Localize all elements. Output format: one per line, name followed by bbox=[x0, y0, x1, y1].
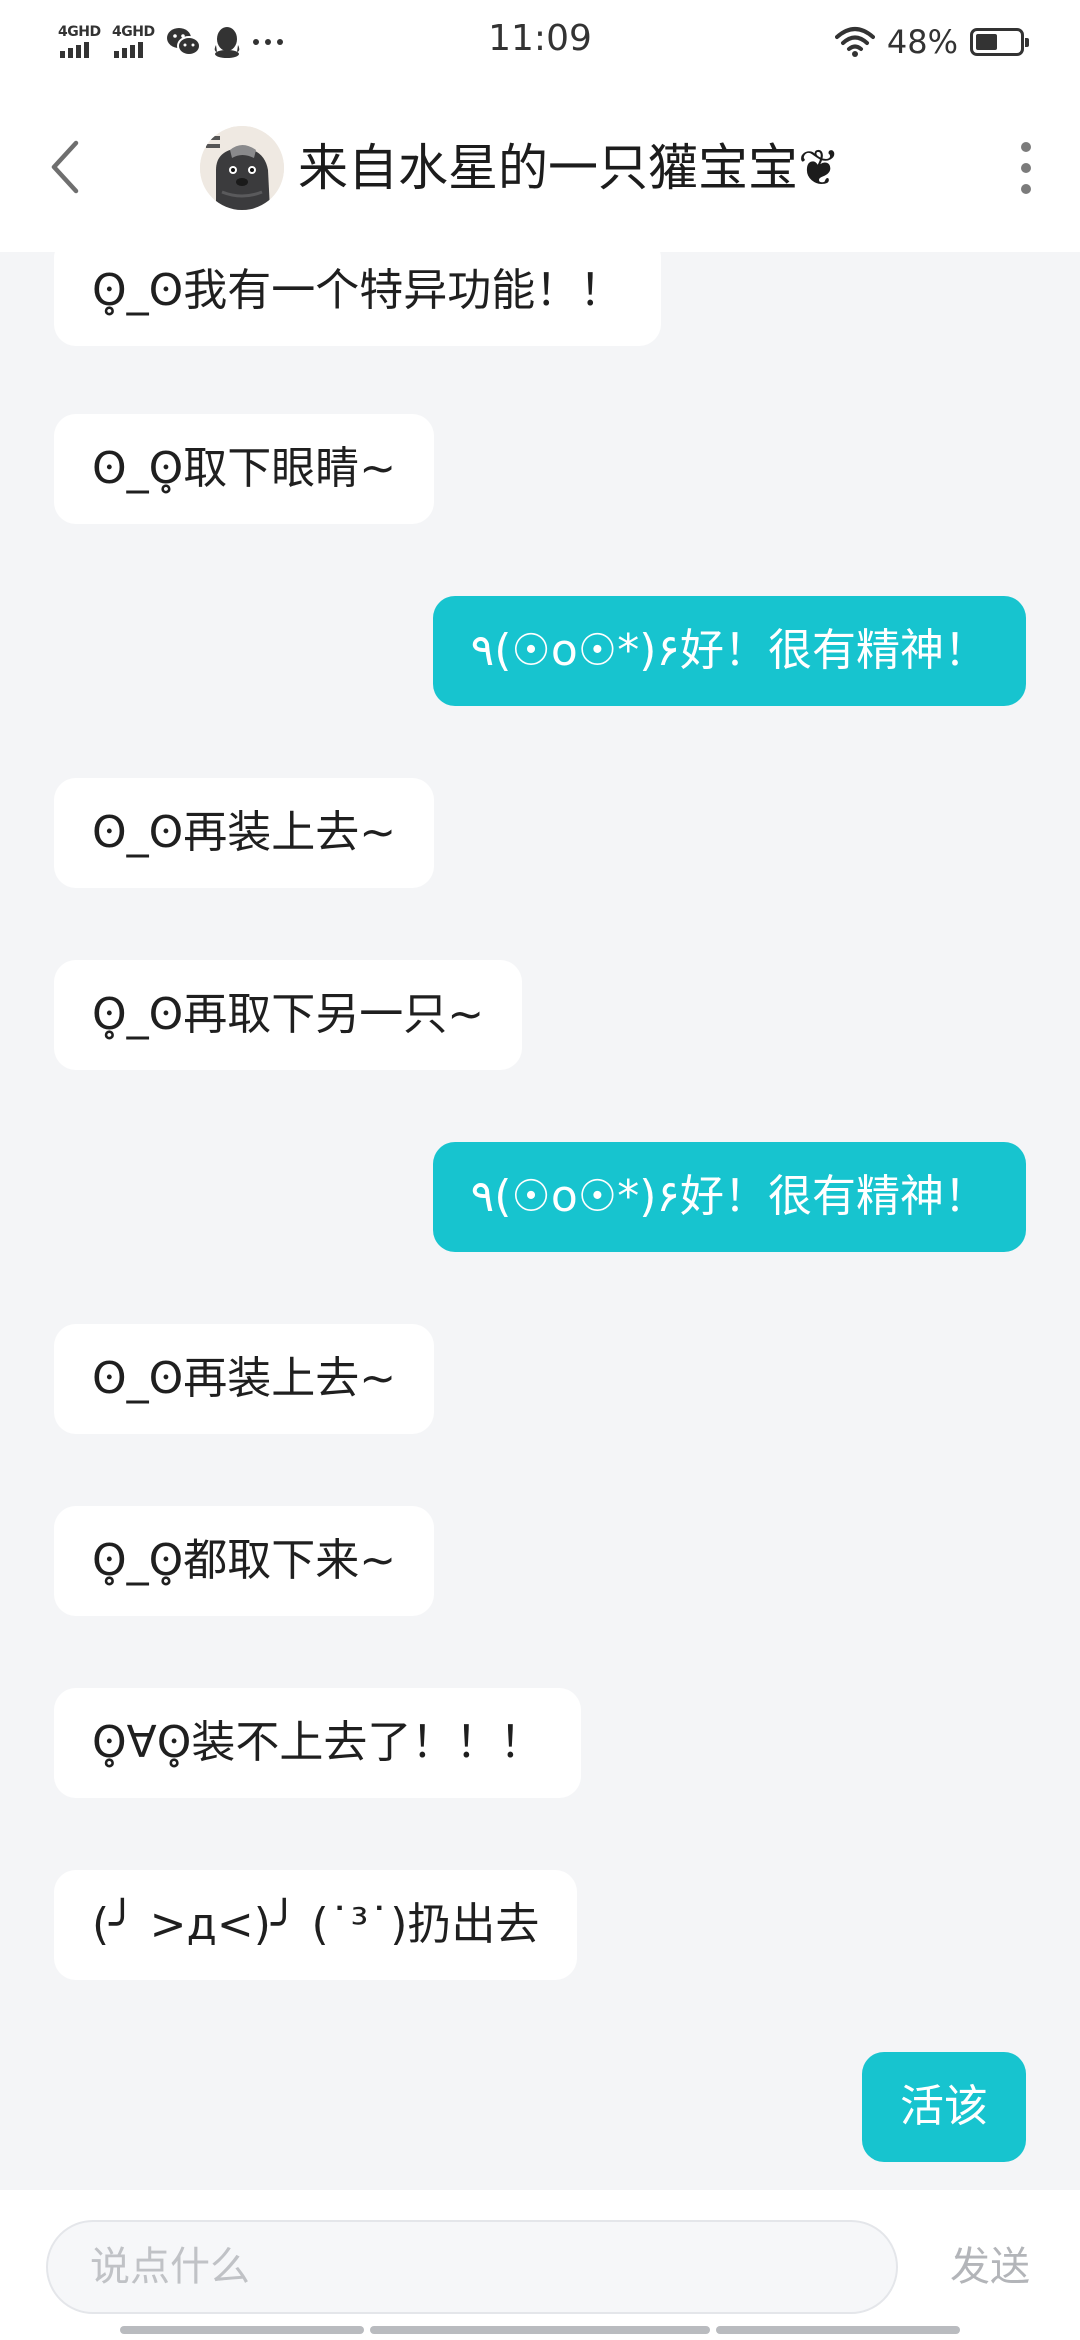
status-bar: 4GHD 4GHD 11:09 48% bbox=[0, 0, 1080, 84]
message-bubble-received[interactable]: ʘ_ʘ̥取下眼睛~ bbox=[54, 414, 435, 524]
battery-icon bbox=[970, 28, 1029, 56]
message-list[interactable]: ʘ̥_ʘ我有一个特异功能！！ ʘ_ʘ̥取下眼睛~ ٩(☉o☉*)۶好！很有精神！… bbox=[0, 252, 1080, 2190]
message-bubble-received[interactable]: ʘ̥_ʘ我有一个特异功能！！ bbox=[54, 252, 662, 346]
send-button[interactable]: 发送 bbox=[950, 2220, 1030, 2314]
back-button[interactable] bbox=[40, 132, 90, 202]
message-input[interactable]: 说点什么 bbox=[46, 2220, 898, 2314]
message-bubble-received[interactable]: ʘ_ʘ再装上去~ bbox=[54, 778, 435, 888]
message-bubble-sent[interactable]: ٩(☉o☉*)۶好！很有精神！ bbox=[432, 596, 1026, 706]
more-vertical-icon bbox=[1021, 142, 1031, 152]
message-bubble-received[interactable]: ʘ_ʘ再装上去~ bbox=[54, 1324, 435, 1434]
battery-percent: 48% bbox=[886, 23, 958, 61]
chevron-left-icon bbox=[51, 140, 79, 194]
chat-header: 来自水星的一只獾宝宝❦ bbox=[0, 84, 1080, 252]
navigation-gesture-bar[interactable] bbox=[120, 2326, 960, 2334]
avatar[interactable] bbox=[200, 126, 284, 210]
message-bubble-received[interactable]: ʘ̥∀ʘ̥装不上去了！！！ bbox=[54, 1688, 582, 1798]
wifi-icon bbox=[834, 27, 875, 57]
battery-fill bbox=[976, 34, 998, 50]
chat-title: 来自水星的一只獾宝宝❦ bbox=[298, 139, 840, 197]
status-right-icons: 48% bbox=[834, 20, 1029, 64]
input-bar: 说点什么 发送 bbox=[0, 2190, 1080, 2340]
message-bubble-received[interactable]: ʘ̥_ʘ再取下另一只~ bbox=[54, 960, 523, 1070]
message-bubble-sent[interactable]: 活该 bbox=[862, 2052, 1026, 2162]
more-options-button[interactable] bbox=[1016, 142, 1036, 194]
message-bubble-received[interactable]: ʘ̥_ʘ̥都取下来~ bbox=[54, 1506, 435, 1616]
message-bubble-received[interactable]: (╯ >д<)╯ (˙³˙)扔出去 bbox=[54, 1870, 578, 1980]
message-bubble-sent[interactable]: ٩(☉o☉*)۶好！很有精神！ bbox=[432, 1142, 1026, 1252]
badger-avatar-icon bbox=[200, 126, 284, 210]
